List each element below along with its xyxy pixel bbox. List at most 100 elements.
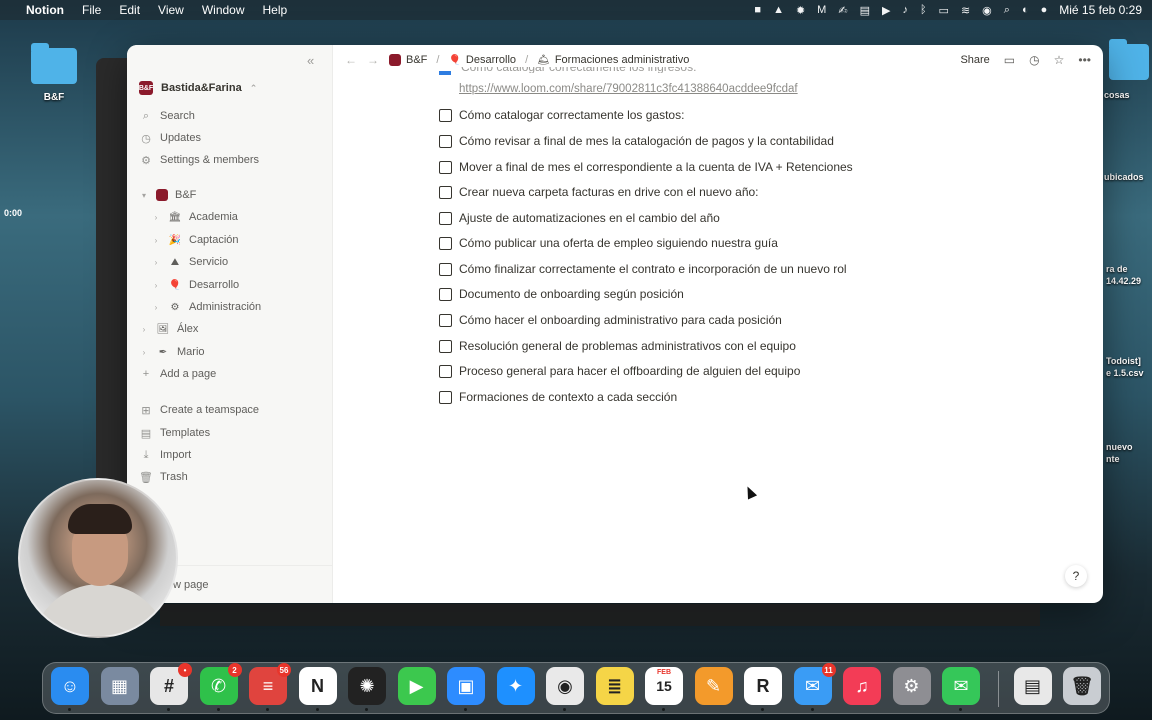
checkbox[interactable] [439, 339, 452, 353]
star-icon[interactable]: ☆ [1054, 53, 1065, 67]
chevron-right-icon[interactable]: › [151, 281, 161, 290]
sidebar-search[interactable]: ⌕ Search [139, 106, 195, 126]
chevron-down-icon[interactable]: ▾ [139, 191, 149, 200]
add-page-button[interactable]: + Add a page [139, 364, 217, 384]
sidebar-item-captacion[interactable]: › 🎉 Captación [151, 230, 239, 250]
menu-help[interactable]: Help [263, 3, 288, 17]
breadcrumb-item[interactable]: B&F [406, 54, 427, 66]
sidebar-create-teamspace[interactable]: ⊞ Create a teamspace [139, 400, 259, 420]
dock-app-safari[interactable]: ✦ [496, 667, 535, 705]
menu-app-name[interactable]: Notion [26, 3, 64, 17]
dock-app-finder[interactable]: ☺ [51, 667, 89, 705]
desktop-folder[interactable]: B&F [28, 43, 80, 103]
dock-app-facetime[interactable]: ▶ [397, 667, 436, 705]
breadcrumb-item[interactable]: Desarrollo [466, 54, 516, 66]
sidebar-item-servicio[interactable]: › ⛰ Servicio [151, 252, 228, 272]
todo-item[interactable]: Formaciones de contexto a cada sección [439, 390, 677, 404]
sidebar-trash[interactable]: 🗑 Trash [139, 467, 188, 487]
dock-app-launchpad[interactable]: ▦ [100, 667, 139, 705]
chevron-right-icon[interactable]: › [151, 258, 161, 267]
checkbox[interactable] [439, 134, 452, 148]
user-icon[interactable]: ◉ [982, 4, 992, 17]
checkbox[interactable] [439, 160, 452, 174]
workspace-switcher[interactable]: B&F Bastida&Farina ⌃ [139, 81, 257, 95]
todo-item[interactable]: Ajuste de automatizaciones en el cambio … [439, 211, 720, 225]
checkbox[interactable] [439, 236, 452, 250]
loom-link[interactable]: https://www.loom.com/share/79002811c3fc4… [459, 83, 798, 95]
menu-window[interactable]: Window [202, 3, 245, 17]
todo-item-partial[interactable]: Cómo catalogar correctamente los ingreso… [439, 67, 696, 75]
malwarebytes-icon[interactable]: M [817, 4, 826, 16]
todo-item[interactable]: Cómo publicar una oferta de empleo sigui… [439, 236, 778, 250]
todo-item[interactable]: Crear nueva carpeta facturas en drive co… [439, 185, 759, 199]
help-button[interactable]: ? [1065, 565, 1087, 587]
dock-app-slack[interactable]: # • [150, 663, 192, 705]
dock-app-chatgpt[interactable]: ✺ [348, 667, 386, 705]
battery-icon[interactable]: ▭ [939, 4, 949, 17]
sidebar-updates[interactable]: ◷ Updates [139, 128, 201, 148]
dock-app-calendar[interactable]: 15 FEB [645, 667, 683, 705]
sidebar-item-mario[interactable]: › ✒ Mario [139, 342, 205, 362]
dock-app-trash[interactable]: 🗑 [1063, 667, 1101, 705]
back-arrow-icon[interactable]: ← [345, 53, 357, 67]
wifi-icon[interactable]: ≋ [961, 4, 970, 17]
checkbox[interactable] [439, 313, 452, 327]
checkbox[interactable] [439, 364, 452, 378]
dock-app-zoom[interactable]: ▣ [447, 667, 485, 705]
sidebar-item-desarrollo[interactable]: › 🎈 Desarrollo [151, 275, 239, 295]
bluetooth-icon[interactable]: ᛒ [920, 4, 927, 16]
dock-app-whatsapp[interactable]: ✆ 2 [199, 663, 242, 705]
clipboard-icon[interactable]: ▤ [860, 4, 870, 17]
chevron-right-icon[interactable]: › [151, 236, 161, 245]
checkbox[interactable] [439, 211, 452, 225]
drive-icon[interactable]: ▲ [773, 4, 784, 16]
sidebar-settings[interactable]: ⚙ Settings & members [139, 150, 259, 170]
dock-app-todoist[interactable]: ≡ 56 [249, 663, 291, 705]
chevron-right-icon[interactable]: › [151, 213, 161, 222]
comment-icon[interactable]: ▭ [1004, 53, 1015, 67]
menu-view[interactable]: View [158, 3, 184, 17]
play-icon[interactable]: ▶ [882, 4, 890, 17]
menu-edit[interactable]: Edit [119, 3, 140, 17]
dock-app-document[interactable]: ▤ [1013, 667, 1052, 705]
dock-app-notion[interactable]: N [298, 667, 337, 705]
dock-app-pages[interactable]: ✎ [694, 667, 733, 705]
todo-item[interactable]: Cómo revisar a final de mes la catalogac… [439, 134, 834, 148]
chevron-right-icon[interactable]: › [139, 325, 149, 334]
breadcrumb-item[interactable]: Formaciones administrativo [555, 54, 690, 66]
dock-app-music[interactable]: ♫ [843, 667, 881, 705]
sidebar-item-bf[interactable]: ▾ B&F [139, 185, 196, 205]
sidebar-item-alex[interactable]: › 🖼 Álex [139, 319, 199, 339]
more-icon[interactable]: ••• [1078, 53, 1091, 67]
todo-item[interactable]: Cómo finalizar correctamente el contrato… [439, 262, 847, 276]
todo-item[interactable]: Documento de onboarding según posición [439, 287, 684, 301]
forward-arrow-icon[interactable]: → [367, 53, 379, 67]
todo-item[interactable]: Cómo catalogar correctamente los gastos: [439, 108, 684, 122]
collapse-sidebar-icon[interactable]: « [307, 53, 314, 68]
checkbox[interactable] [439, 108, 452, 122]
sidebar-item-administracion[interactable]: › ⚙ Administración [151, 297, 261, 317]
todo-item[interactable]: Mover a final de mes el correspondiente … [439, 160, 853, 174]
menu-file[interactable]: File [82, 3, 101, 17]
dock-app-system-settings[interactable]: ⚙ [892, 667, 931, 705]
pen-icon[interactable]: ✍ [838, 4, 847, 17]
menu-clock[interactable]: Mié 15 feb 0:29 [1059, 3, 1142, 17]
sidebar-item-academia[interactable]: › 🏛 Academia [151, 207, 238, 227]
todo-item[interactable]: Resolución general de problemas administ… [439, 339, 796, 353]
spotlight-icon[interactable]: ⌕ [1004, 4, 1010, 17]
dock-app-messages[interactable]: ✉ [942, 667, 980, 705]
control-center-icon[interactable]: ◐ [1022, 4, 1029, 16]
checkbox[interactable] [439, 71, 451, 75]
sidebar-import[interactable]: ⤓ Import [139, 445, 192, 465]
checkbox[interactable] [439, 185, 452, 199]
volume-icon[interactable]: ♪ [902, 4, 908, 16]
desktop-folder-right[interactable] [1106, 39, 1152, 88]
share-button[interactable]: Share [960, 54, 989, 66]
sidebar-templates[interactable]: ▤ Templates [139, 423, 210, 443]
dock-app-notes[interactable]: ≣ [595, 667, 634, 705]
chevron-right-icon[interactable]: › [139, 348, 149, 357]
sun-icon[interactable]: ✹ [796, 4, 805, 17]
checkbox[interactable] [439, 390, 452, 404]
chevron-right-icon[interactable]: › [151, 303, 161, 312]
checkbox[interactable] [439, 287, 452, 301]
